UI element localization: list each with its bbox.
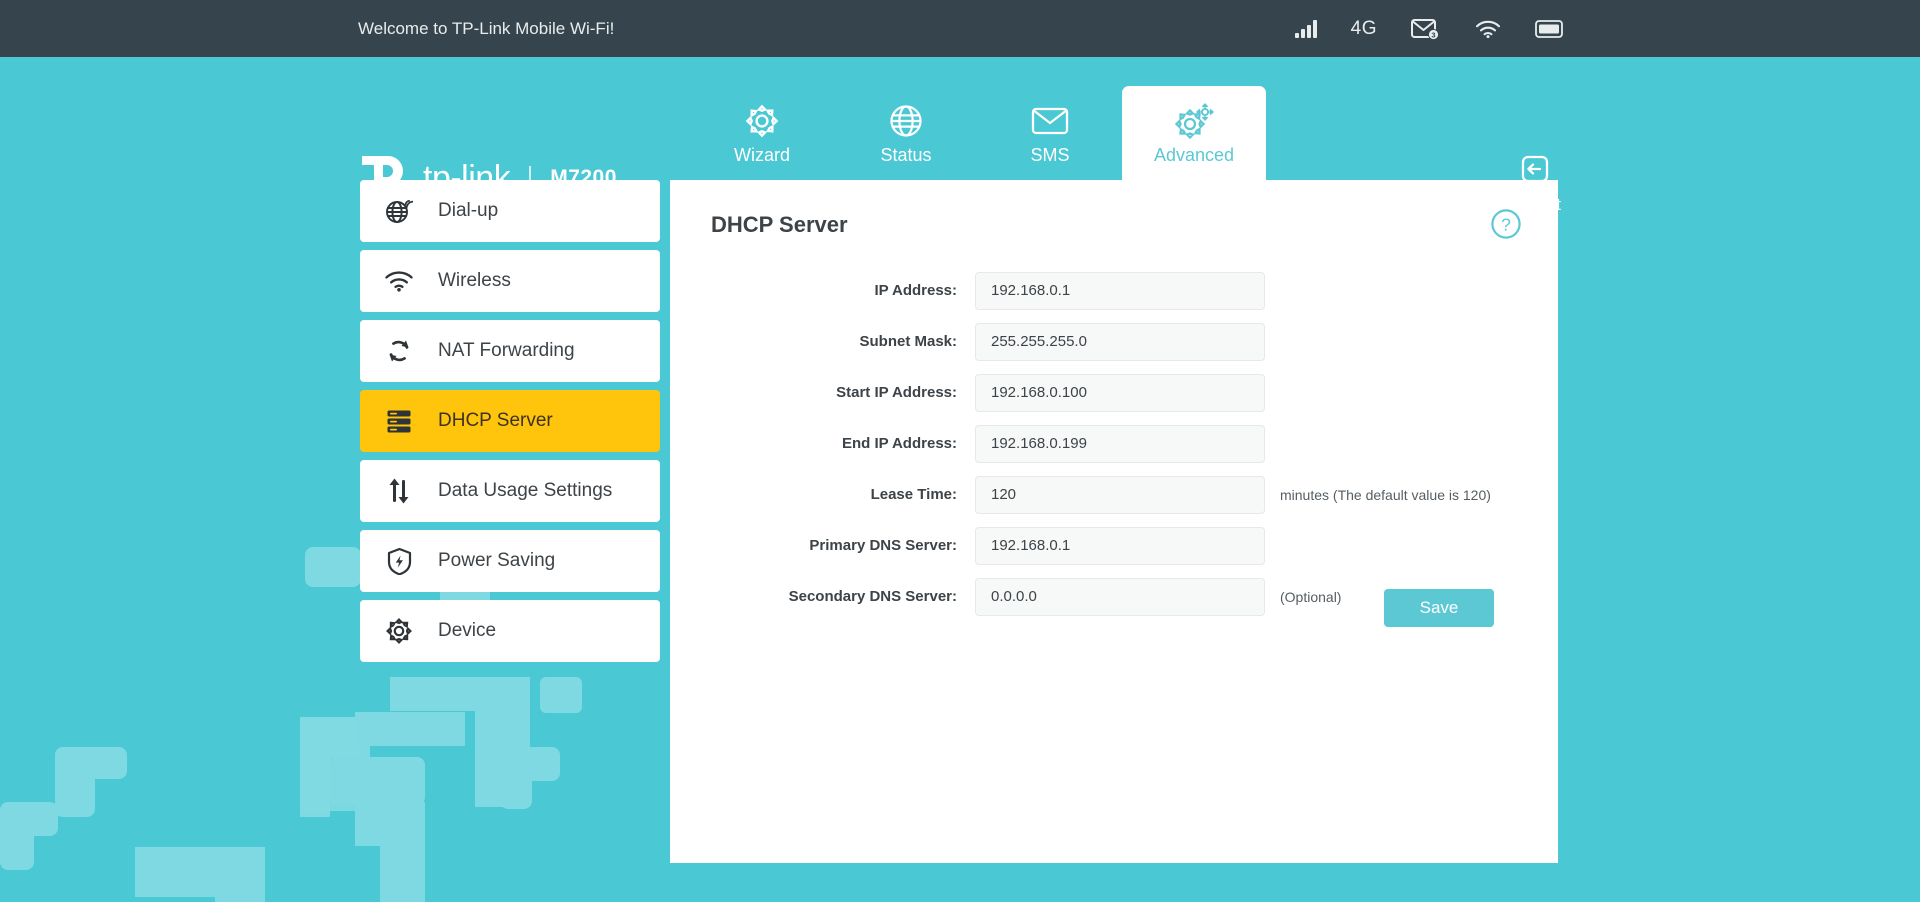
- sidebar-item-label: Wireless: [438, 270, 511, 292]
- form-row-primary-dns-server: Primary DNS Server: 192.168.0.1: [670, 520, 1558, 571]
- dhcp-settings-form: IP Address: 192.168.0.1 Subnet Mask: 255…: [670, 265, 1558, 622]
- refresh-icon: [360, 338, 438, 364]
- secondary-dns-hint: (Optional): [1280, 589, 1341, 605]
- subnet-mask-input[interactable]: 255.255.255.0: [975, 323, 1265, 361]
- sidebar-item-nat-forwarding[interactable]: NAT Forwarding: [360, 320, 660, 382]
- envelope-icon: 3: [1411, 17, 1441, 41]
- logout-icon: [1518, 152, 1552, 191]
- form-row-ip-address: IP Address: 192.168.0.1: [670, 265, 1558, 316]
- form-row-start-ip-address: Start IP Address: 192.168.0.100: [670, 367, 1558, 418]
- form-row-lease-time: Lease Time: 120 minutes (The default val…: [670, 469, 1558, 520]
- lease-time-input[interactable]: 120: [975, 476, 1265, 514]
- field-label: IP Address:: [670, 282, 975, 299]
- sidebar-item-label: Device: [438, 620, 496, 642]
- tab-label: Status: [880, 145, 931, 166]
- secondary-dns-server-input[interactable]: 0.0.0.0: [975, 578, 1265, 616]
- field-label: Secondary DNS Server:: [670, 588, 975, 605]
- battery-icon: [1535, 20, 1565, 38]
- brand-divider: [529, 166, 531, 190]
- sidebar-item-label: NAT Forwarding: [438, 340, 575, 362]
- sidebar-item-data-usage-settings[interactable]: Data Usage Settings: [360, 460, 660, 522]
- logout-button[interactable]: Logout: [1480, 152, 1590, 215]
- tab-label: Wizard: [734, 145, 790, 166]
- shield-bolt-icon: [360, 547, 438, 575]
- ip-address-input[interactable]: 192.168.0.1: [975, 272, 1265, 310]
- primary-dns-server-input[interactable]: 192.168.0.1: [975, 527, 1265, 565]
- form-row-end-ip-address: End IP Address: 192.168.0.199: [670, 418, 1558, 469]
- brand-logo: tp-link M7200: [358, 152, 617, 204]
- device-model-label: M7200: [550, 166, 617, 190]
- tab-label: SMS: [1030, 145, 1069, 166]
- save-button[interactable]: Save: [1384, 589, 1494, 627]
- advanced-settings-sidebar: Dial-up Wireless: [360, 180, 660, 670]
- lease-time-hint: minutes (The default value is 120): [1280, 487, 1491, 503]
- sidebar-item-label: Power Saving: [438, 550, 555, 572]
- app-header: tp-link M7200 Wizard: [0, 57, 1920, 180]
- sidebar-item-power-saving[interactable]: Power Saving: [360, 530, 660, 592]
- form-row-subnet-mask: Subnet Mask: 255.255.255.0: [670, 316, 1558, 367]
- tab-advanced[interactable]: Advanced: [1122, 86, 1266, 180]
- gear-icon: [744, 100, 780, 142]
- globe-icon: [888, 100, 924, 142]
- page-title: DHCP Server: [711, 212, 848, 238]
- welcome-message: Welcome to TP-Link Mobile Wi-Fi!: [358, 19, 614, 39]
- tab-sms[interactable]: SMS: [978, 86, 1122, 180]
- field-label: Subnet Mask:: [670, 333, 975, 350]
- sidebar-item-dhcp-server[interactable]: DHCP Server: [360, 390, 660, 452]
- double-gear-icon: [1173, 100, 1215, 142]
- wifi-icon: [360, 269, 438, 293]
- up-down-arrows-icon: [360, 477, 438, 505]
- logout-label: Logout: [1509, 195, 1561, 215]
- dhcp-server-panel: DHCP Server ? IP Address: 192.168.0.1 Su…: [670, 180, 1558, 863]
- system-status-bar: Welcome to TP-Link Mobile Wi-Fi! 4G 3: [0, 0, 1920, 57]
- gear-icon: [360, 617, 438, 645]
- status-icon-group: 4G 3: [1295, 17, 1565, 41]
- sidebar-item-label: Data Usage Settings: [438, 480, 612, 502]
- field-label: Start IP Address:: [670, 384, 975, 401]
- tab-wizard[interactable]: Wizard: [690, 86, 834, 180]
- wifi-icon: [1475, 19, 1501, 39]
- sidebar-item-device[interactable]: Device: [360, 600, 660, 662]
- end-ip-address-input[interactable]: 192.168.0.199: [975, 425, 1265, 463]
- signal-bars-icon: [1295, 20, 1317, 38]
- field-label: Primary DNS Server:: [670, 537, 975, 554]
- main-navigation: Wizard Status SMS: [690, 57, 1266, 180]
- sidebar-item-label: DHCP Server: [438, 410, 553, 432]
- network-type-label: 4G: [1351, 18, 1377, 40]
- sms-badge-count: 3: [1431, 30, 1435, 39]
- envelope-icon: [1031, 100, 1069, 142]
- svg-text:?: ?: [1501, 214, 1511, 234]
- tab-label: Advanced: [1154, 145, 1234, 166]
- start-ip-address-input[interactable]: 192.168.0.100: [975, 374, 1265, 412]
- tp-link-logo-icon: [358, 152, 410, 204]
- server-icon: [360, 408, 438, 434]
- sidebar-item-wireless[interactable]: Wireless: [360, 250, 660, 312]
- brand-wordmark: tp-link: [423, 159, 510, 198]
- tab-status[interactable]: Status: [834, 86, 978, 180]
- field-label: End IP Address:: [670, 435, 975, 452]
- field-label: Lease Time:: [670, 486, 975, 503]
